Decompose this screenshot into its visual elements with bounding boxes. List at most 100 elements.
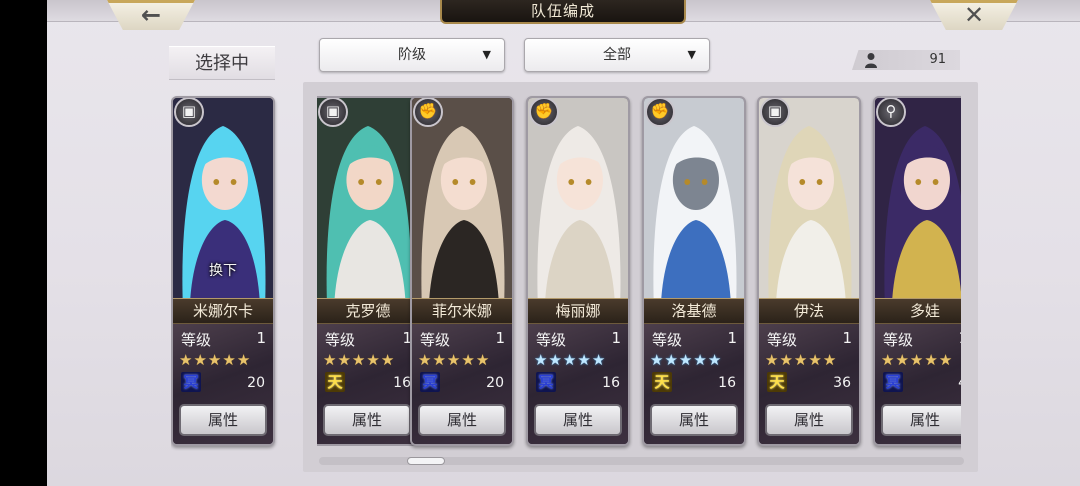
unit-cost: 20 bbox=[247, 375, 265, 391]
character-name: 伊法 bbox=[759, 298, 859, 324]
star-icon: ★ bbox=[909, 351, 925, 369]
shield-class-icon: ▣ bbox=[760, 98, 790, 127]
staff-class-icon: ⚲ bbox=[876, 98, 906, 127]
star-icon: ★ bbox=[380, 351, 396, 369]
star-rating: ★★★★★ bbox=[323, 351, 395, 369]
attribute-button[interactable]: 属性 bbox=[534, 404, 622, 436]
star-icon: ★ bbox=[351, 351, 367, 369]
fist-class-icon: ✊ bbox=[413, 98, 443, 127]
star-icon: ★ bbox=[432, 351, 447, 369]
attribute-icon: 天 bbox=[767, 372, 787, 392]
character-name: 米娜尔卡 bbox=[173, 298, 273, 324]
level-value: 1 bbox=[958, 329, 961, 347]
star-icon: ★ bbox=[895, 351, 910, 369]
star-icon: ★ bbox=[938, 351, 954, 369]
attribute-icon: 冥 bbox=[536, 372, 556, 392]
star-icon: ★ bbox=[548, 351, 563, 369]
card-info: 等级 1 ★★★★★ 天 36 属性 bbox=[759, 324, 859, 444]
attribute-icon: 冥 bbox=[181, 372, 201, 392]
character-portrait bbox=[875, 98, 961, 298]
character-portrait bbox=[528, 98, 628, 298]
star-rating: ★★★★★ bbox=[418, 351, 490, 369]
character-portrait bbox=[644, 98, 744, 298]
star-icon: ★ bbox=[924, 351, 939, 369]
portrait-art bbox=[644, 98, 744, 298]
close-icon: ✕ bbox=[963, 1, 985, 29]
star-icon: ★ bbox=[881, 351, 896, 369]
character-card-list: ▣ 米娜尔卡 等级 1 ★★★★★ 冥 20 属性 换下 ▣ 克罗德 等级 1 … bbox=[171, 0, 961, 486]
character-card-4[interactable]: ✊ 梅丽娜 等级 1 ★★★★★ 冥 16 属性 bbox=[526, 96, 630, 446]
character-portrait bbox=[759, 98, 859, 298]
star-icon: ★ bbox=[461, 351, 476, 369]
character-name: 梅丽娜 bbox=[528, 298, 628, 324]
star-icon: ★ bbox=[678, 351, 694, 369]
unit-cost: 16 bbox=[602, 375, 620, 391]
portrait-art bbox=[759, 98, 859, 298]
star-icon: ★ bbox=[418, 351, 433, 369]
card-info: 等级 1 ★★★★★ 冥 16 属性 bbox=[528, 324, 628, 444]
star-icon: ★ bbox=[534, 351, 549, 369]
portrait-art bbox=[317, 98, 419, 298]
attribute-icon: 天 bbox=[325, 372, 345, 392]
level-label: 等级 bbox=[181, 331, 212, 349]
level-label: 等级 bbox=[883, 331, 914, 349]
attribute-icon: 冥 bbox=[420, 372, 440, 392]
star-icon: ★ bbox=[765, 351, 780, 369]
star-icon: ★ bbox=[693, 351, 708, 369]
star-icon: ★ bbox=[808, 351, 823, 369]
level-value: 1 bbox=[727, 329, 737, 347]
level-label: 等级 bbox=[536, 331, 567, 349]
card-info: 等级 1 ★★★★★ 冥 20 属性 bbox=[173, 324, 273, 444]
portrait-art bbox=[412, 98, 512, 298]
star-icon: ★ bbox=[793, 351, 809, 369]
attribute-button[interactable]: 属性 bbox=[881, 404, 961, 436]
star-icon: ★ bbox=[446, 351, 462, 369]
back-arrow-icon: ← bbox=[140, 1, 162, 29]
character-name: 克罗德 bbox=[317, 298, 419, 324]
card-info: 等级 1 ★★★★★ 冥 4 属性 bbox=[875, 324, 961, 444]
star-icon: ★ bbox=[179, 351, 194, 369]
star-icon: ★ bbox=[207, 351, 223, 369]
star-rating: ★★★★★ bbox=[179, 351, 251, 369]
star-icon: ★ bbox=[664, 351, 679, 369]
character-name: 洛基德 bbox=[644, 298, 744, 324]
level-label: 等级 bbox=[420, 331, 451, 349]
star-rating: ★★★★★ bbox=[881, 351, 953, 369]
level-label: 等级 bbox=[325, 331, 356, 349]
fist-class-icon: ✊ bbox=[529, 98, 559, 127]
star-icon: ★ bbox=[562, 351, 578, 369]
attribute-button[interactable]: 属性 bbox=[418, 404, 506, 436]
star-icon: ★ bbox=[650, 351, 665, 369]
star-rating: ★★★★★ bbox=[765, 351, 837, 369]
shield-class-icon: ▣ bbox=[174, 98, 204, 127]
team-formation-screen: ← 队伍编成 ✕ 选择中 阶级 ▼ 全部 ▼ 91 ▣ 米娜尔卡 等级 1 ★★… bbox=[47, 0, 1080, 486]
attribute-button[interactable]: 属性 bbox=[179, 404, 267, 436]
star-rating: ★★★★★ bbox=[534, 351, 606, 369]
star-icon: ★ bbox=[323, 351, 338, 369]
star-icon: ★ bbox=[222, 351, 237, 369]
attribute-button[interactable]: 属性 bbox=[323, 404, 411, 436]
portrait-art bbox=[875, 98, 961, 298]
attribute-button[interactable]: 属性 bbox=[765, 404, 853, 436]
unit-cost: 20 bbox=[486, 375, 504, 391]
level-label: 等级 bbox=[652, 331, 683, 349]
character-card-2[interactable]: ▣ 克罗德 等级 1 ★★★★★ 天 16 属性 bbox=[317, 96, 421, 446]
unit-cost: 36 bbox=[833, 375, 851, 391]
star-icon: ★ bbox=[366, 351, 381, 369]
attribute-button[interactable]: 属性 bbox=[650, 404, 738, 436]
level-value: 1 bbox=[611, 329, 621, 347]
character-card-5[interactable]: ✊ 洛基德 等级 1 ★★★★★ 天 16 属性 bbox=[642, 96, 746, 446]
card-info: 等级 1 ★★★★★ 天 16 属性 bbox=[317, 324, 419, 444]
character-name: 菲尔米娜 bbox=[412, 298, 512, 324]
character-card-3[interactable]: ✊ 菲尔米娜 等级 1 ★★★★★ 冥 20 属性 bbox=[410, 96, 514, 446]
level-value: 1 bbox=[495, 329, 505, 347]
character-card-7[interactable]: ⚲ 多娃 等级 1 ★★★★★ 冥 4 属性 bbox=[873, 96, 961, 446]
character-card-6[interactable]: ▣ 伊法 等级 1 ★★★★★ 天 36 属性 bbox=[757, 96, 861, 446]
swap-out-label[interactable]: 换下 bbox=[173, 260, 273, 280]
scrollbar-thumb[interactable] bbox=[407, 457, 445, 465]
character-portrait bbox=[412, 98, 512, 298]
star-icon: ★ bbox=[337, 351, 352, 369]
level-label: 等级 bbox=[767, 331, 798, 349]
character-card-1[interactable]: ▣ 米娜尔卡 等级 1 ★★★★★ 冥 20 属性 换下 bbox=[171, 96, 275, 446]
star-icon: ★ bbox=[822, 351, 838, 369]
